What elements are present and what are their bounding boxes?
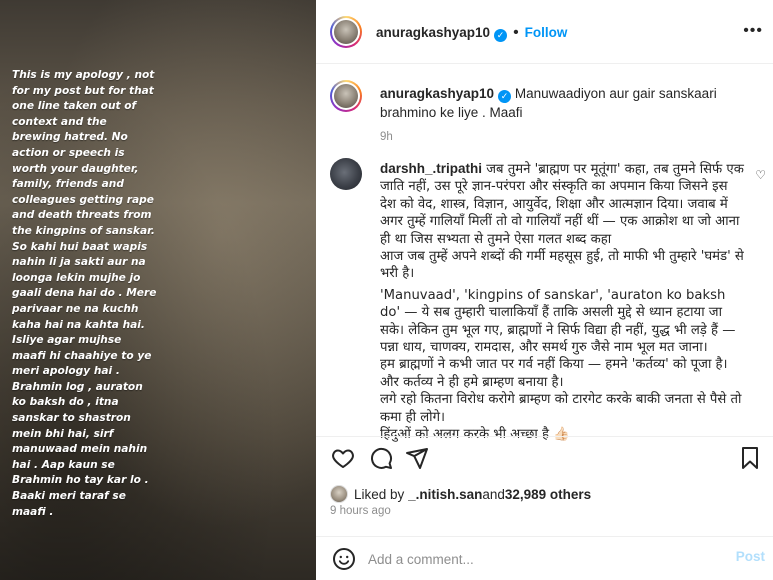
likes-middle: and bbox=[482, 486, 505, 502]
comment-p4: हम ब्राह्मणों ने कभी जात पर गर्व नहीं कि… bbox=[380, 357, 728, 390]
likes-prefix: Liked by bbox=[354, 486, 405, 502]
comment-p5: लगे रहो कितना विरोध करोगे ब्राम्हण को टा… bbox=[380, 392, 742, 425]
avatar[interactable] bbox=[330, 16, 362, 48]
story-apology-text: This is my apology , not for my post but… bbox=[12, 69, 157, 518]
verified-icon: ✓ bbox=[494, 29, 508, 42]
like-heart-icon[interactable] bbox=[330, 445, 356, 471]
likes-count[interactable]: 32,989 others bbox=[505, 487, 591, 502]
save-bookmark-icon[interactable] bbox=[737, 445, 763, 471]
add-comment-input[interactable] bbox=[368, 547, 708, 571]
share-send-icon[interactable] bbox=[404, 445, 430, 471]
comment-body: darshh_.tripathi जब तुमने 'ब्राह्मण पर म… bbox=[380, 160, 744, 444]
story-image: This is my apology , not for my post but… bbox=[0, 0, 316, 580]
post-comment-button[interactable]: Post bbox=[736, 549, 765, 564]
header-user-row: anuragkashyap10 ✓ • Follow bbox=[376, 24, 567, 42]
comment-p3: 'Manuvaad', 'kingpins of sanskar', 'aura… bbox=[380, 287, 736, 356]
separator-dot: • bbox=[513, 24, 519, 41]
commenter-avatar[interactable] bbox=[330, 158, 362, 190]
caption-avatar[interactable] bbox=[330, 80, 362, 112]
more-options-icon[interactable]: ••• bbox=[743, 22, 763, 40]
verified-icon: ✓ bbox=[498, 90, 512, 103]
action-bar bbox=[316, 436, 773, 480]
caption-time: 9h bbox=[380, 131, 393, 143]
comment-p2: आज जब तुम्हें अपने शब्दों की गर्मी महसूस… bbox=[380, 249, 744, 282]
post-panel: anuragkashyap10 ✓ • Follow ••• anuragkashya… bbox=[316, 0, 773, 580]
caption-text-block: anuragkashyap10 ✓ Manuwaadiyon aur gair s… bbox=[380, 84, 760, 147]
header-username[interactable]: anuragkashyap10 bbox=[376, 25, 490, 40]
caption-username[interactable]: anuragkashyap10 bbox=[380, 86, 494, 101]
comment-like-heart-icon[interactable]: ♡ bbox=[755, 168, 766, 182]
liker-username[interactable]: _.nitish.san bbox=[408, 487, 482, 502]
add-comment-bar: Post bbox=[316, 536, 773, 580]
liker-avatar[interactable] bbox=[330, 485, 348, 503]
post-time-ago: 9 hours ago bbox=[330, 505, 391, 517]
emoji-icon[interactable] bbox=[332, 547, 356, 571]
comment-bubble-icon[interactable] bbox=[368, 445, 394, 471]
follow-button[interactable]: Follow bbox=[525, 25, 568, 40]
post-header: anuragkashyap10 ✓ • Follow ••• bbox=[316, 0, 773, 64]
commenter-username[interactable]: darshh_.tripathi bbox=[380, 161, 482, 176]
likes-summary: Liked by _.nitish.san and 32,989 others bbox=[330, 484, 591, 504]
